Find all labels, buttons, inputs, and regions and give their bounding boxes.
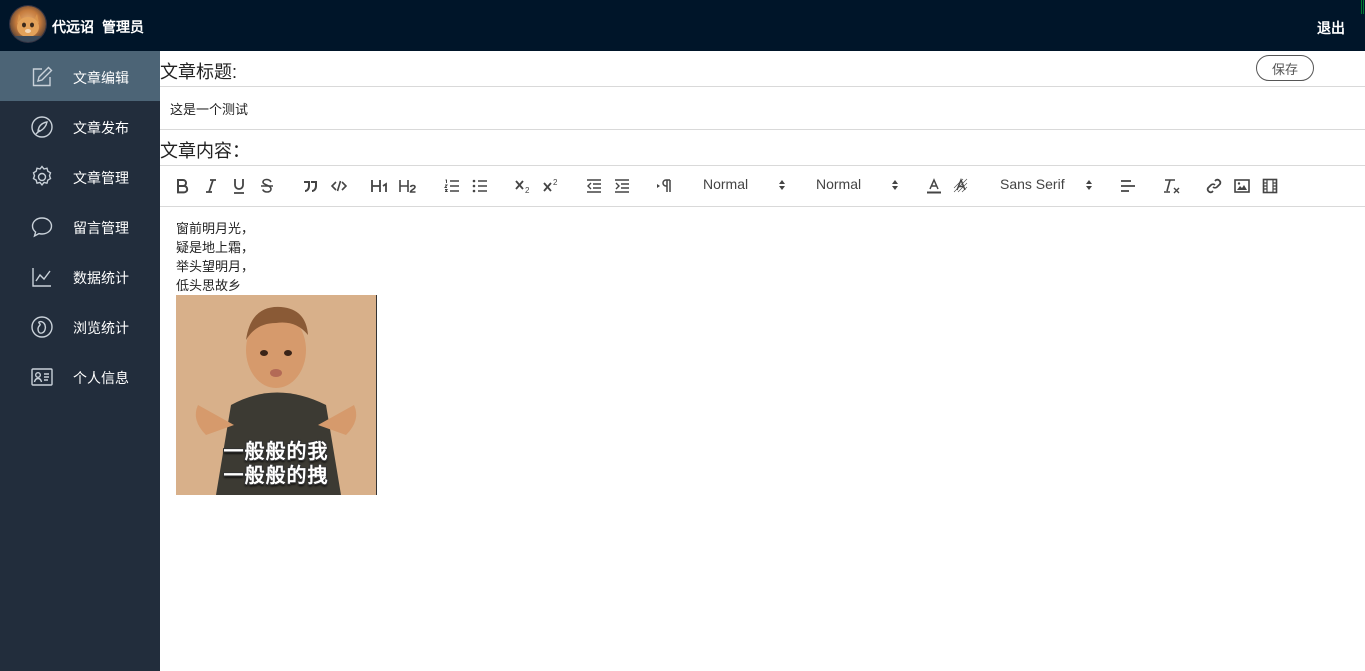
id-card-icon [30, 365, 54, 389]
highlight-icon [953, 178, 968, 193]
line-chart-icon [30, 265, 54, 289]
h2-icon [399, 180, 416, 193]
article-title-label: 文章标题: [160, 62, 238, 82]
comment-icon [30, 215, 54, 239]
font-color-icon [927, 178, 941, 194]
sidebar: 文章编辑 文章发布 文章管理 留言管理 数据统计 浏览统计 个人信息 [0, 51, 160, 671]
sidebar-item-view-stats[interactable]: 浏览统计 [0, 301, 160, 351]
footprint-icon [30, 315, 54, 339]
save-button[interactable]: 保存 [1256, 55, 1314, 81]
sidebar-item-profile[interactable]: 个人信息 [0, 351, 160, 401]
user-name: 代远诏 [52, 19, 94, 35]
insert-link-button[interactable] [1205, 176, 1223, 196]
gear-icon [30, 165, 54, 189]
align-button[interactable] [1119, 176, 1137, 196]
header-select-value: Normal [703, 176, 749, 192]
font-select-value: Sans Serif [1000, 176, 1065, 192]
main-content: 文章标题: 保存 文章内容： [160, 51, 1365, 671]
article-title-input[interactable] [160, 87, 1365, 129]
size-select[interactable]: Normal [816, 176, 904, 196]
sidebar-item-label: 浏览统计 [73, 320, 129, 336]
bold-icon [177, 179, 189, 194]
background-color-button[interactable] [953, 176, 969, 196]
select-arrows-icon [1085, 178, 1093, 192]
clear-format-button[interactable] [1163, 176, 1181, 196]
header-select[interactable]: Normal [703, 176, 791, 196]
outdent-icon [587, 179, 601, 193]
header-2-button[interactable] [399, 176, 417, 196]
meme-caption-line: 一般般的拽 [223, 465, 329, 487]
subscript-icon: 2 [515, 180, 530, 194]
sidebar-item-article-edit[interactable]: 文章编辑 [0, 51, 160, 101]
sidebar-item-label: 文章发布 [73, 120, 129, 136]
indent-icon [615, 179, 629, 193]
poem-line: 窗前明月光， [176, 221, 255, 236]
svg-text:2: 2 [553, 178, 558, 187]
divider [160, 206, 1365, 207]
poem-line: 疑是地上霜， [176, 240, 255, 255]
editor-toolbar: 2 2 Normal Normal Sans Serif [160, 166, 1365, 207]
poem-line: 举头望明月， [176, 259, 255, 274]
bold-button[interactable] [174, 176, 190, 196]
edit-icon [30, 65, 54, 89]
sidebar-item-comment-manage[interactable]: 留言管理 [0, 201, 160, 251]
indent-button[interactable] [613, 176, 631, 196]
ordered-list-icon [444, 179, 459, 192]
top-header: 代远诏 管理员 退出 [0, 0, 1365, 51]
subscript-button[interactable]: 2 [514, 176, 532, 196]
header-1-button[interactable] [371, 176, 389, 196]
divider [160, 129, 1365, 130]
select-arrows-icon [891, 178, 899, 192]
logout-button[interactable]: 退出 [1317, 18, 1345, 38]
italic-icon [206, 179, 216, 193]
underline-icon [234, 179, 244, 194]
link-icon [1206, 178, 1222, 194]
quote-icon [304, 181, 317, 192]
insert-image-button[interactable] [1233, 176, 1251, 196]
poem-line: 低头思故乡 [176, 278, 242, 293]
sidebar-item-label: 文章编辑 [73, 70, 129, 86]
bullet-list-button[interactable] [471, 176, 489, 196]
text-color-button[interactable] [926, 176, 942, 196]
window-edge-decoration [1361, 0, 1365, 14]
embedded-meme-image[interactable]: 一般般的我 一般般的拽 [176, 295, 377, 495]
editor-content[interactable]: 窗前明月光， 疑是地上霜， 举头望明月， 低头思故乡 [176, 219, 1356, 295]
code-icon [331, 180, 347, 192]
size-select-value: Normal [816, 176, 862, 192]
sidebar-item-label: 数据统计 [73, 270, 129, 286]
h1-icon [371, 180, 387, 192]
blockquote-button[interactable] [301, 176, 319, 196]
video-icon [1262, 178, 1278, 194]
sidebar-item-data-stats[interactable]: 数据统计 [0, 251, 160, 301]
italic-button[interactable] [203, 176, 219, 196]
code-block-button[interactable] [330, 176, 348, 196]
clear-format-icon [1164, 179, 1180, 194]
outdent-button[interactable] [585, 176, 603, 196]
underline-button[interactable] [231, 176, 247, 196]
svg-text:2: 2 [525, 186, 530, 194]
cat-avatar-icon [10, 14, 46, 42]
publish-icon [30, 115, 54, 139]
insert-video-button[interactable] [1261, 176, 1279, 196]
sidebar-item-label: 留言管理 [73, 220, 129, 236]
select-arrows-icon [778, 178, 786, 192]
font-select[interactable]: Sans Serif [1000, 176, 1096, 196]
align-left-icon [1121, 180, 1135, 192]
user-avatar[interactable] [10, 6, 46, 42]
image-icon [1234, 179, 1250, 193]
sidebar-item-label: 文章管理 [73, 170, 129, 186]
strikethrough-button[interactable] [259, 176, 275, 196]
sidebar-item-article-manage[interactable]: 文章管理 [0, 151, 160, 201]
sidebar-item-label: 个人信息 [73, 370, 129, 386]
bullet-list-icon [472, 179, 487, 193]
strikethrough-icon [261, 178, 273, 193]
sidebar-item-article-publish[interactable]: 文章发布 [0, 101, 160, 151]
text-direction-button[interactable] [655, 176, 673, 196]
rtl-icon [657, 179, 671, 192]
superscript-icon: 2 [543, 178, 558, 192]
user-role: 管理员 [102, 19, 144, 35]
article-content-label: 文章内容： [160, 141, 250, 161]
ordered-list-button[interactable] [443, 176, 461, 196]
superscript-button[interactable]: 2 [542, 176, 560, 196]
